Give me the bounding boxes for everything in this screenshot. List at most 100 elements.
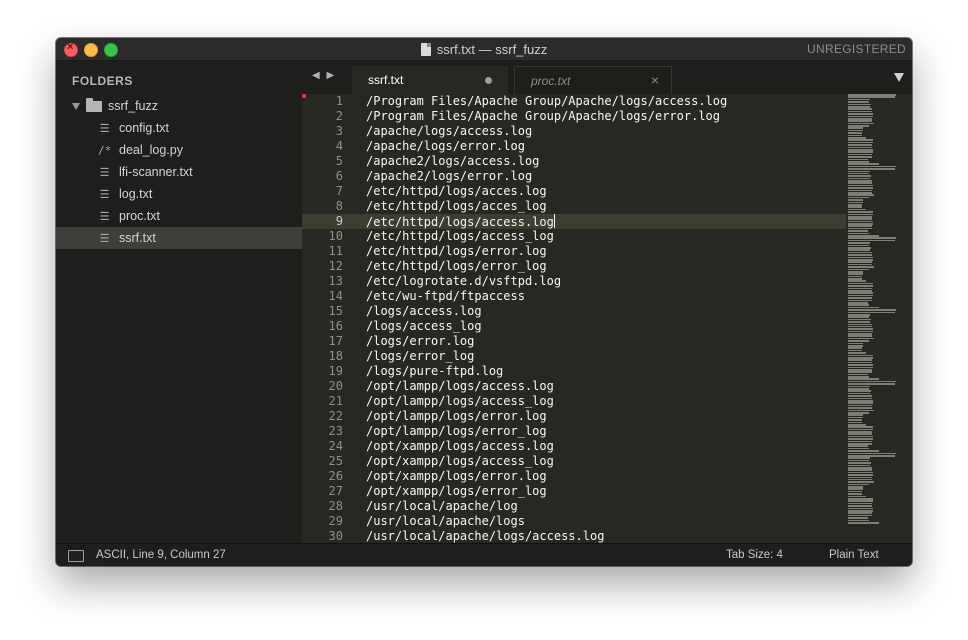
tab-overflow-arrow-icon[interactable] — [894, 73, 904, 82]
line-number: 14 — [328, 289, 343, 303]
minimap-line — [848, 297, 872, 299]
line-number: 15 — [328, 304, 343, 318]
minimap-line — [848, 488, 863, 491]
panel-toggle-icon[interactable] — [68, 550, 84, 562]
minimap-line — [848, 168, 895, 170]
code-line[interactable]: /opt/xampp/logs/access_log — [364, 454, 846, 469]
code-line[interactable]: /logs/pure-ftpd.log — [364, 364, 846, 379]
code-line[interactable]: /opt/lampp/logs/access_log — [364, 394, 846, 409]
text-caret — [553, 214, 555, 228]
code-line[interactable]: /etc/httpd/logs/error_log — [364, 259, 846, 274]
minimap-line — [848, 196, 869, 199]
minimap-line — [848, 388, 869, 390]
code-line[interactable]: /logs/access.log — [364, 304, 846, 319]
minimap-line — [848, 383, 895, 385]
line-number: 6 — [335, 169, 343, 183]
minimap-line — [848, 103, 871, 106]
code-line[interactable]: /etc/logrotate.d/vsftpd.log — [364, 274, 846, 289]
code-line[interactable]: /etc/wu-ftpd/ftpaccess — [364, 289, 846, 304]
sidebar-file-row[interactable]: ☰ log.txt — [56, 183, 302, 205]
editor-area[interactable]: 1 2 3 4 5 6 7 8 9 10 11 12 13 14 15 16 17 18 19 20 21 22 23 24 2… — [302, 94, 912, 543]
minimap-line — [848, 304, 869, 306]
minimap-line — [848, 235, 879, 237]
code-line[interactable]: /logs/error.log — [364, 334, 846, 349]
line-number: 29 — [328, 514, 343, 528]
minimap-line — [848, 225, 872, 228]
tab-label: ssrf.txt — [368, 73, 404, 87]
minimap-line — [848, 299, 872, 302]
minimap-line — [848, 280, 866, 283]
minimap-line — [848, 426, 873, 428]
code-line[interactable]: /apache2/logs/access.log — [364, 154, 846, 169]
code-line[interactable]: /etc/httpd/logs/acces_log — [364, 199, 846, 214]
code-line[interactable]: /usr/local/apache/logs — [364, 514, 846, 529]
code-line[interactable]: /etc/httpd/logs/access.log — [364, 214, 846, 229]
syntax-mode[interactable]: Plain Text — [829, 549, 879, 561]
line-number: 30 — [328, 529, 343, 543]
minimap-line — [848, 127, 863, 130]
code-line[interactable]: /usr/local/apache/log — [364, 499, 846, 514]
line-number: 27 — [328, 484, 343, 498]
minimap[interactable] — [848, 94, 910, 543]
sidebar-file-name: ssrf.txt — [119, 231, 156, 245]
minimap-line — [848, 361, 872, 364]
code-line[interactable]: /apache2/logs/error.log — [364, 169, 846, 184]
folders-heading: FOLDERS — [72, 74, 133, 88]
tab-size[interactable]: Tab Size: 4 — [726, 549, 783, 561]
close-tab-icon[interactable]: × — [651, 72, 659, 88]
code-line[interactable]: /Program Files/Apache Group/Apache/logs/… — [364, 109, 846, 124]
code-line[interactable]: /apache/logs/error.log — [364, 139, 846, 154]
code-line[interactable]: /opt/xampp/logs/error_log — [364, 484, 846, 499]
code-line[interactable]: /usr/local/apache/logs/access.log — [364, 529, 846, 543]
minimap-line — [848, 440, 872, 443]
code-line[interactable]: /etc/httpd/logs/access_log — [364, 229, 846, 244]
code-line[interactable]: /opt/xampp/logs/error.log — [364, 469, 846, 484]
code-line[interactable]: /logs/access_log — [364, 319, 846, 334]
minimap-line — [848, 208, 866, 211]
minimap-line — [848, 371, 872, 373]
tab-proc[interactable]: proc.txt × — [514, 66, 672, 95]
sidebar-file-row[interactable]: ☰ config.txt — [56, 117, 302, 139]
code-line[interactable]: /opt/xampp/logs/access.log — [364, 439, 846, 454]
code-line[interactable]: /opt/lampp/logs/access.log — [364, 379, 846, 394]
tab-ssrf[interactable]: ssrf.txt — [352, 66, 508, 94]
code-line[interactable]: /apache/logs/access.log — [364, 124, 846, 139]
minimap-line — [848, 490, 862, 493]
code-line[interactable]: /opt/lampp/logs/error.log — [364, 409, 846, 424]
minimap-line — [848, 113, 873, 115]
minimap-line — [848, 373, 868, 376]
code-line[interactable]: /logs/error_log — [364, 349, 846, 364]
unsaved-dot-icon[interactable] — [485, 77, 492, 84]
folder-row[interactable]: ssrf_fuzz — [56, 95, 302, 117]
minimap-line — [848, 192, 872, 194]
code-line[interactable]: /etc/httpd/logs/error.log — [364, 244, 846, 259]
code-text[interactable]: /Program Files/Apache Group/Apache/logs/… — [364, 94, 846, 543]
lines-icon: ☰ — [99, 209, 110, 223]
minimap-line — [848, 359, 872, 361]
code-line-text: /etc/httpd/logs/access.log — [366, 215, 554, 229]
disclosure-triangle-icon[interactable] — [72, 102, 80, 110]
tab-nav-arrows-icon[interactable]: ◀ ▶ — [312, 70, 336, 81]
sidebar-file-row[interactable]: /* deal_log.py — [56, 139, 302, 161]
tab-bar: ◀ ▶ ssrf.txt proc.txt × — [302, 61, 912, 95]
line-number: 2 — [335, 109, 343, 123]
code-line[interactable]: /opt/lampp/logs/error_log — [364, 424, 846, 439]
sidebar-file-name: config.txt — [119, 121, 170, 135]
minimap-line — [848, 172, 869, 175]
sidebar: FOLDERS ssrf_fuzz ☰ config.txt /* deal_log.… — [56, 61, 302, 543]
minimap-line — [848, 239, 895, 242]
code-line-text: /opt/lampp/logs/error_log — [366, 424, 547, 438]
sidebar-file-row[interactable]: ☰ proc.txt — [56, 205, 302, 227]
code-line-text: /logs/error.log — [366, 334, 475, 348]
minimap-line — [848, 507, 873, 510]
minimap-line — [848, 254, 872, 256]
code-line[interactable]: /etc/httpd/logs/acces.log — [364, 184, 846, 199]
minimap-line — [848, 256, 873, 259]
minimap-line — [848, 380, 896, 383]
line-number: 10 — [328, 229, 343, 243]
sidebar-file-row[interactable]: ☰ lfi-scanner.txt — [56, 161, 302, 183]
code-line[interactable]: /Program Files/Apache Group/Apache/logs/… — [364, 94, 846, 109]
minimap-line — [848, 199, 863, 201]
status-bar: ASCII, Line 9, Column 27 Tab Size: 4 Pla… — [56, 543, 912, 566]
sidebar-file-row[interactable]: ☰ ssrf.txt — [56, 227, 302, 249]
